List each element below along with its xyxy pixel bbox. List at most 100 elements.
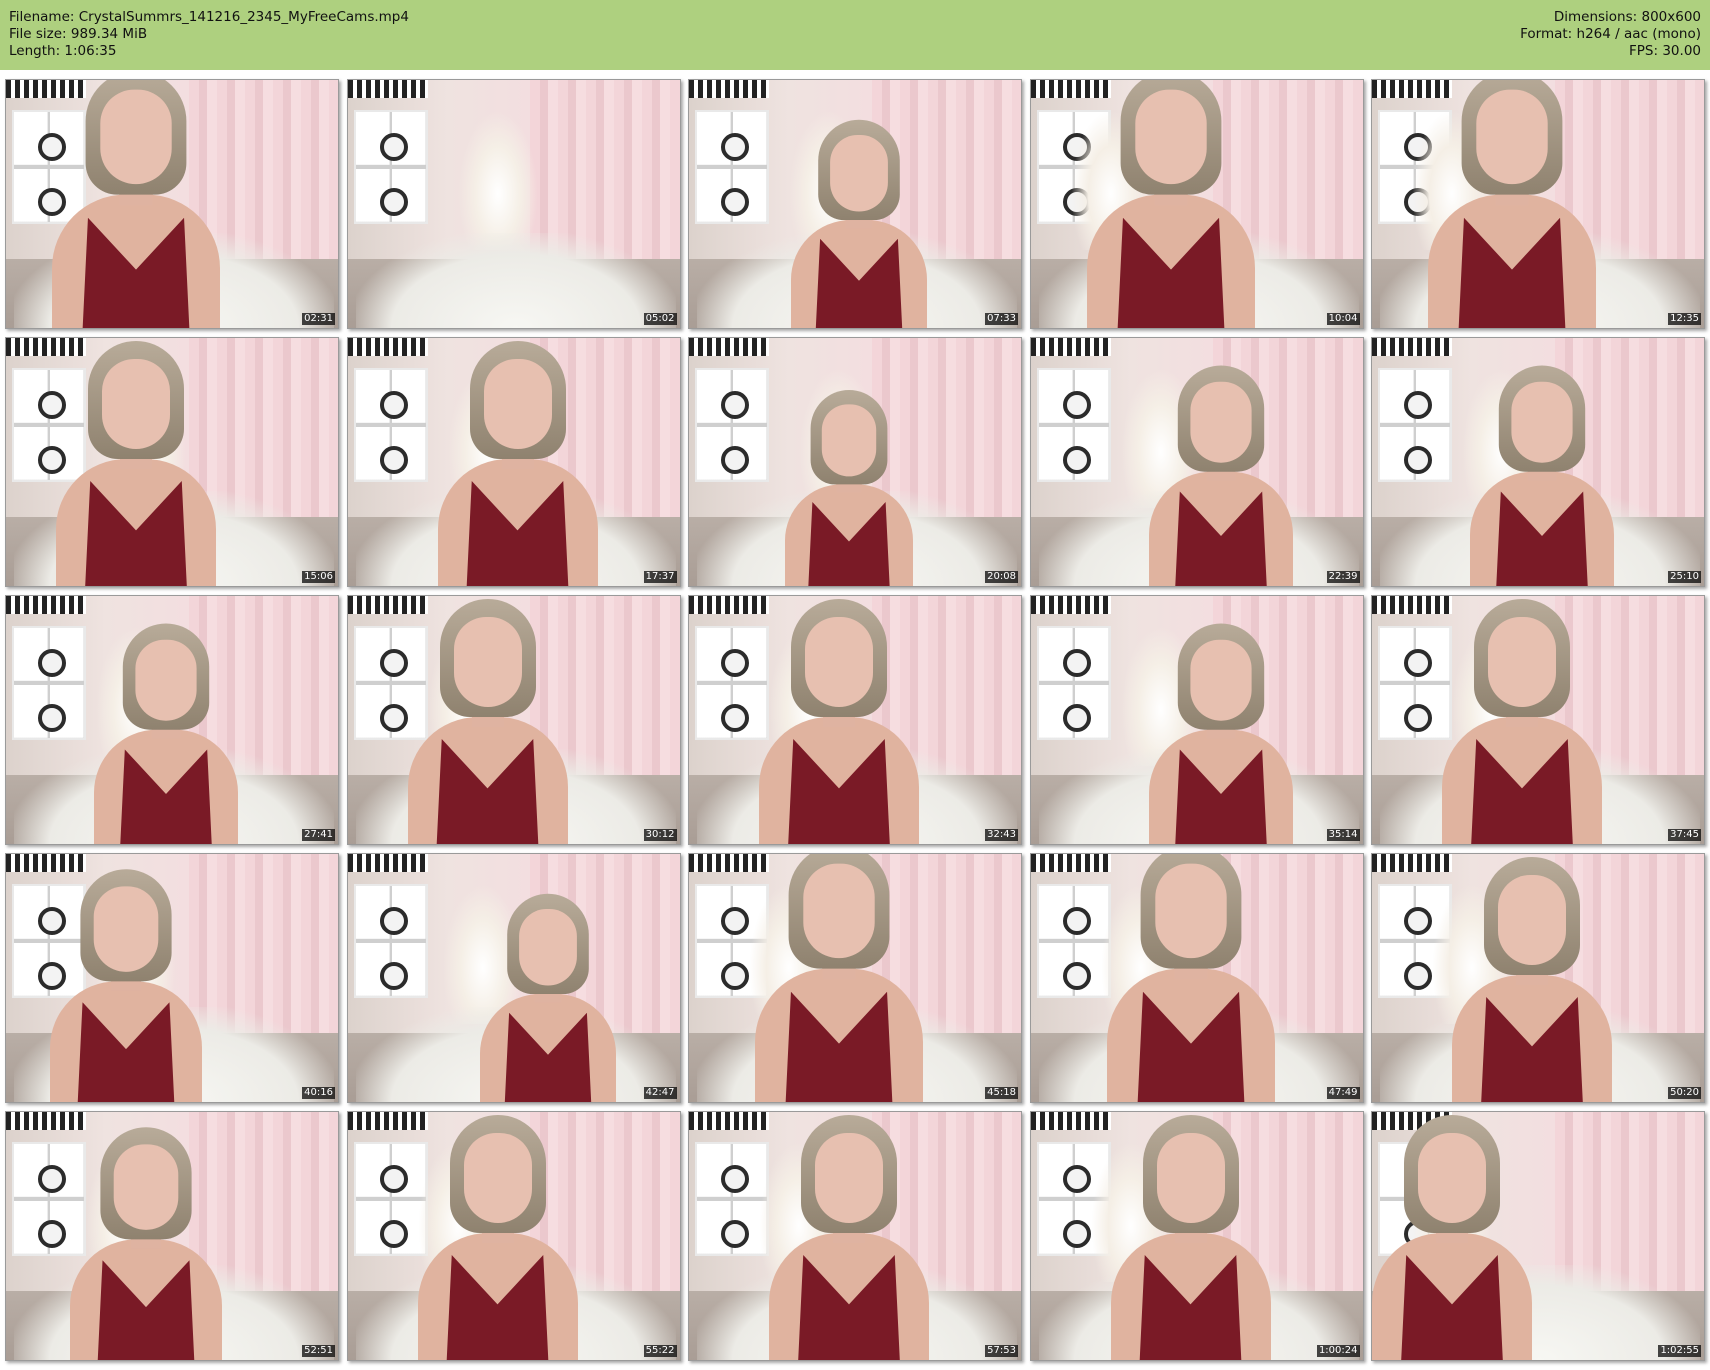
- thumbnail-frame[interactable]: 05:02: [346, 79, 681, 329]
- wreath-decor: [721, 188, 749, 216]
- striped-decor: [689, 80, 769, 98]
- thumbnail-frame[interactable]: 20:08: [688, 337, 1022, 587]
- thumbnail-frame[interactable]: 02:31: [5, 79, 339, 329]
- timestamp-label: 25:10: [1668, 571, 1701, 583]
- curtain-backdrop: [1554, 1112, 1704, 1291]
- christmas-tree: [457, 110, 538, 250]
- thumbnail-frame[interactable]: 50:20: [1371, 853, 1705, 1103]
- thumbnail-frame[interactable]: 40:16: [5, 853, 339, 1103]
- person-face: [463, 1133, 532, 1223]
- striped-decor: [347, 80, 428, 98]
- length-text: Length: 1:06:35: [9, 43, 117, 59]
- thumbnail-frame[interactable]: 1:00:24: [1029, 1111, 1364, 1361]
- timestamp-label: 27:41: [302, 829, 335, 841]
- thumbnail-frame[interactable]: 17:37: [346, 337, 681, 587]
- wreath-decor: [1404, 962, 1432, 990]
- striped-decor: [1030, 1112, 1111, 1130]
- wreath-decor: [38, 704, 66, 732]
- person-figure: [1372, 1115, 1542, 1360]
- person-face: [1498, 875, 1566, 965]
- timestamp-label: 57:53: [985, 1345, 1018, 1357]
- person-face: [1418, 1133, 1486, 1223]
- thumbnail-frame[interactable]: 37:45: [1371, 595, 1705, 845]
- wreath-decor: [1062, 649, 1091, 677]
- thumbnail-frame[interactable]: 45:18: [688, 853, 1022, 1103]
- thumbnail-frame[interactable]: 57:53: [688, 1111, 1022, 1361]
- timestamp-label: 1:02:55: [1658, 1345, 1701, 1357]
- thumbnail-frame[interactable]: 25:10: [1371, 337, 1705, 587]
- timestamp-label: 50:20: [1668, 1087, 1701, 1099]
- thumbnail-frame[interactable]: 42:47: [346, 853, 681, 1103]
- person-figure: [745, 854, 934, 1102]
- thumbnail-frame[interactable]: 10:04: [1029, 79, 1364, 329]
- wreath-decor: [1404, 907, 1432, 935]
- thumbnail-grid: 02:31 05:02 07:33 10:04 12:35 15:06 17:37 20:08…: [5, 79, 1705, 1365]
- timestamp-label: 17:37: [643, 571, 677, 583]
- person-face: [1511, 381, 1573, 463]
- person-figure: [1140, 623, 1302, 844]
- wreath-decor: [721, 704, 749, 732]
- thumbnail-frame[interactable]: 32:43: [688, 595, 1022, 845]
- timestamp-label: 20:08: [985, 571, 1018, 583]
- timestamp-label: 35:14: [1326, 829, 1360, 841]
- wreath-decor: [1404, 446, 1432, 474]
- thumbnail-frame[interactable]: 07:33: [688, 79, 1022, 329]
- timestamp-label: 30:12: [643, 829, 677, 841]
- thumbnail-frame[interactable]: 52:51: [5, 1111, 339, 1361]
- wreath-decor: [379, 962, 408, 990]
- thumbnail-frame[interactable]: 47:49: [1029, 853, 1364, 1103]
- person-face: [518, 909, 577, 986]
- person-figure: [471, 893, 624, 1102]
- dimensions-text: Dimensions: 800x600: [1553, 9, 1701, 25]
- person-figure: [398, 599, 578, 844]
- thumbnail-frame[interactable]: 15:06: [5, 337, 339, 587]
- wreath-decor: [721, 391, 749, 419]
- thumbnail-frame[interactable]: 55:22: [346, 1111, 681, 1361]
- person-face: [830, 135, 888, 212]
- thumbnail-frame[interactable]: 35:14: [1029, 595, 1364, 845]
- person-face: [1154, 863, 1227, 959]
- person-figure: [1418, 80, 1607, 328]
- wreath-decor: [379, 1220, 408, 1248]
- file-info: Filename: CrystalSummrs_141216_2345_MyFr…: [9, 9, 409, 60]
- thumbnail-frame[interactable]: 1:02:55: [1371, 1111, 1705, 1361]
- timestamp-label: 55:22: [643, 1345, 677, 1357]
- timestamp-label: 10:04: [1326, 313, 1360, 325]
- wreath-decor: [721, 1165, 749, 1193]
- person-face: [1476, 89, 1548, 185]
- person-figure: [1096, 854, 1285, 1102]
- wreath-decor: [1404, 704, 1432, 732]
- person-face: [483, 359, 552, 449]
- timestamp-label: 52:51: [302, 1345, 335, 1357]
- thumbnail-frame[interactable]: 30:12: [346, 595, 681, 845]
- person-figure: [61, 1127, 232, 1360]
- person-figure: [1442, 857, 1622, 1102]
- timestamp-label: 37:45: [1668, 829, 1701, 841]
- wreath-decor: [1062, 962, 1091, 990]
- person-figure: [85, 623, 247, 844]
- person-face: [453, 617, 522, 707]
- curtain-backdrop: [530, 80, 680, 259]
- timestamp-label: 47:49: [1326, 1087, 1360, 1099]
- person-face: [102, 359, 170, 449]
- person-face: [135, 639, 197, 721]
- person-figure: [777, 390, 921, 586]
- person-face: [821, 404, 877, 477]
- wreath-decor: [379, 446, 408, 474]
- thumbnail-frame[interactable]: 12:35: [1371, 79, 1705, 329]
- format-text: Format: h264 / aac (mono): [1520, 26, 1701, 42]
- wreath-decor: [379, 391, 408, 419]
- thumbnail-frame[interactable]: 22:39: [1029, 337, 1364, 587]
- person-figure: [42, 80, 231, 328]
- wreath-decor: [1062, 1220, 1091, 1248]
- person-figure: [1076, 80, 1265, 328]
- wreath-decor: [1062, 1165, 1091, 1193]
- striped-decor: [6, 596, 86, 614]
- thumbnail-frame[interactable]: 27:41: [5, 595, 339, 845]
- striped-decor: [689, 1112, 769, 1130]
- striped-decor: [1030, 338, 1111, 356]
- white-chair: [355, 233, 676, 328]
- filesize-text: File size: 989.34 MiB: [9, 26, 148, 42]
- striped-decor: [1372, 854, 1452, 872]
- timestamp-label: 15:06: [302, 571, 335, 583]
